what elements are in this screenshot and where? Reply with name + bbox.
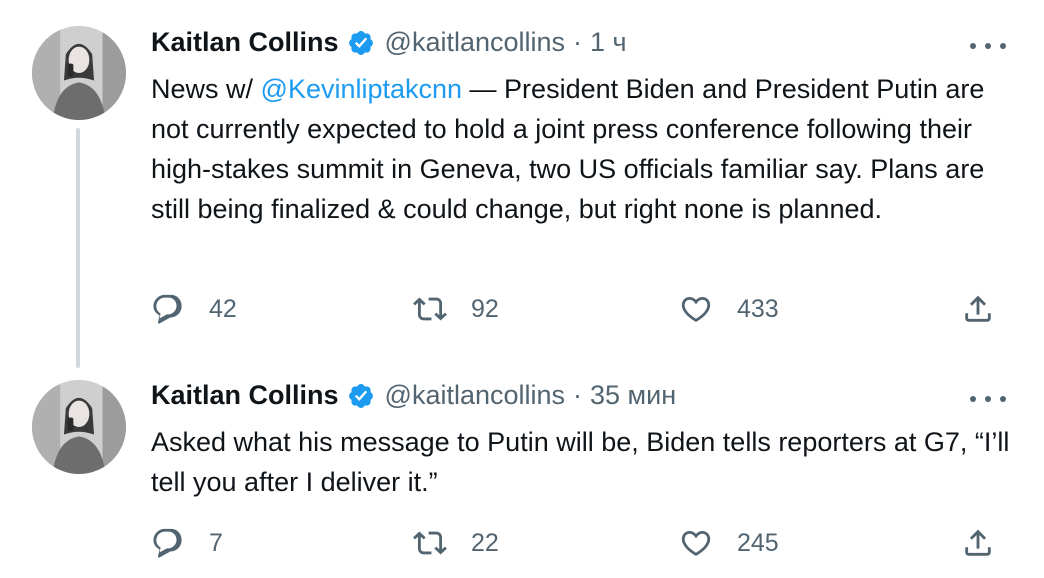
author-name[interactable]: Kaitlan Collins	[151, 380, 339, 411]
retweet-count: 22	[471, 528, 499, 557]
retweet-icon	[413, 297, 447, 321]
avatar[interactable]	[32, 380, 126, 474]
verified-badge-icon	[348, 30, 373, 55]
more-dot	[985, 43, 991, 49]
more-options-button[interactable]	[968, 34, 1008, 58]
share-button[interactable]	[961, 526, 995, 560]
retweet-count: 92	[471, 294, 499, 323]
reply-button[interactable]: 42	[151, 292, 237, 326]
reply-count: 7	[209, 528, 223, 557]
verified-badge-icon	[348, 383, 373, 408]
separator-dot: ·	[573, 380, 583, 410]
retweet-icon	[413, 531, 447, 555]
like-button[interactable]: 245	[679, 526, 779, 560]
share-icon	[965, 529, 991, 556]
timestamp[interactable]: 1 ч	[590, 27, 627, 58]
retweet-button[interactable]: 92	[413, 292, 499, 326]
like-count: 245	[737, 528, 779, 557]
reply-icon	[153, 294, 182, 324]
share-button[interactable]	[961, 292, 995, 326]
avatar-photo	[32, 380, 126, 474]
tweet[interactable]: Kaitlan Collins @kaitlancollins · 1 ч Ne…	[0, 0, 1044, 360]
tweet[interactable]: Kaitlan Collins @kaitlancollins · 35 мин…	[0, 360, 1044, 578]
more-dot	[985, 396, 991, 402]
separator-dot: ·	[573, 27, 583, 57]
reply-button[interactable]: 7	[151, 526, 223, 560]
author-handle[interactable]: @kaitlancollins	[385, 380, 565, 411]
author-handle[interactable]: @kaitlancollins	[385, 27, 565, 58]
heart-icon	[681, 530, 711, 556]
like-count: 433	[737, 294, 779, 323]
tweet-actions: 7 22 245	[151, 526, 1011, 566]
tweet-text-part: News w/	[151, 74, 261, 104]
share-icon	[965, 295, 991, 322]
avatar[interactable]	[32, 26, 126, 120]
avatar-photo	[32, 26, 126, 120]
reply-count: 42	[209, 294, 237, 323]
tweet-actions: 42 92 433	[151, 292, 1011, 332]
author-name[interactable]: Kaitlan Collins	[151, 27, 339, 58]
more-dot	[1000, 396, 1006, 402]
heart-icon	[681, 296, 711, 322]
tweet-text: News w/ @Kevinliptakcnn — President Bide…	[151, 69, 1011, 229]
tweet-header: Kaitlan Collins @kaitlancollins · 35 мин	[151, 380, 676, 411]
more-options-button[interactable]	[968, 387, 1008, 411]
retweet-button[interactable]: 22	[413, 526, 499, 560]
tweet-header: Kaitlan Collins @kaitlancollins · 1 ч	[151, 27, 627, 58]
more-dot	[1000, 43, 1006, 49]
mention-link[interactable]: @Kevinliptakcnn	[261, 74, 463, 104]
timestamp[interactable]: 35 мин	[590, 380, 676, 411]
more-horizontal-icon	[970, 43, 976, 49]
more-horizontal-icon	[970, 396, 976, 402]
reply-icon	[153, 528, 182, 558]
tweet-text: Asked what his message to Putin will be,…	[151, 427, 1010, 497]
like-button[interactable]: 433	[679, 292, 779, 326]
